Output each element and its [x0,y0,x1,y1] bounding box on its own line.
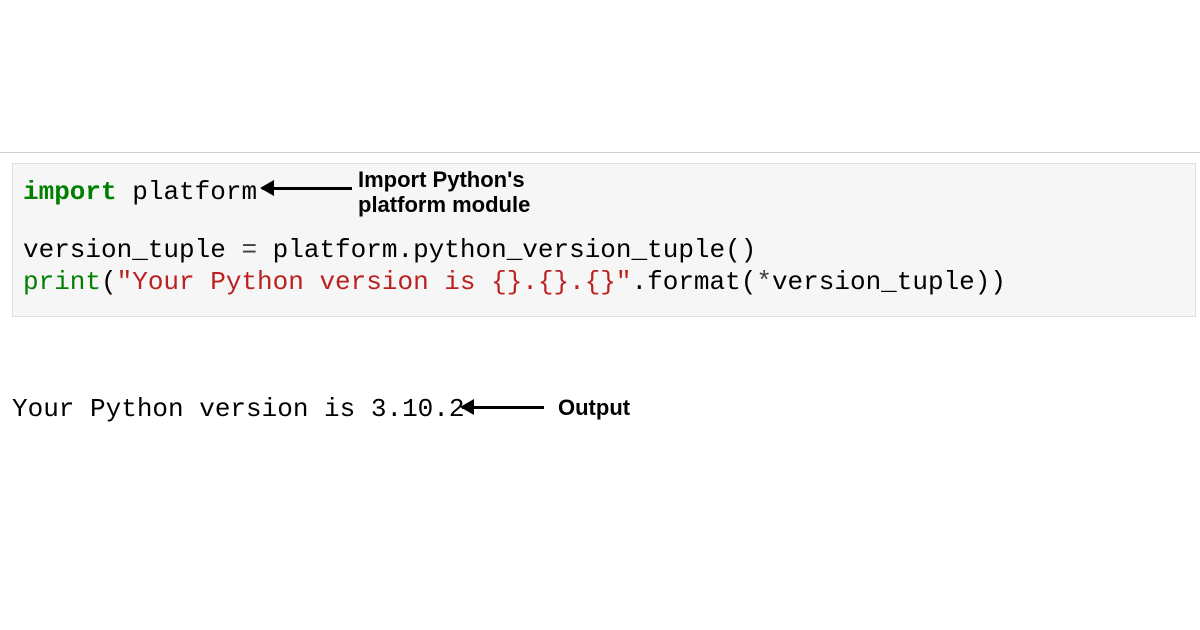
horizontal-divider [0,152,1200,153]
arrow-left-icon [462,406,544,409]
builtin-print: print [23,267,101,297]
code-line-1: import platform [23,178,1185,208]
annotation-import: Import Python's platform module [358,167,530,218]
output-text: Your Python version is 3.10.2 [12,394,464,424]
code-block: import platform version_tuple = platform… [12,163,1196,317]
module-name: platform [132,177,257,207]
arrow-left-icon [262,187,352,190]
blank-line [23,210,1185,236]
keyword-import: import [23,177,117,207]
string-literal: "Your Python version is {}.{}.{}" [117,267,632,297]
code-line-3: print("Your Python version is {}.{}.{}".… [23,268,1185,298]
annotation-output: Output [558,395,630,420]
code-line-2: version_tuple = platform.python_version_… [23,236,1185,266]
